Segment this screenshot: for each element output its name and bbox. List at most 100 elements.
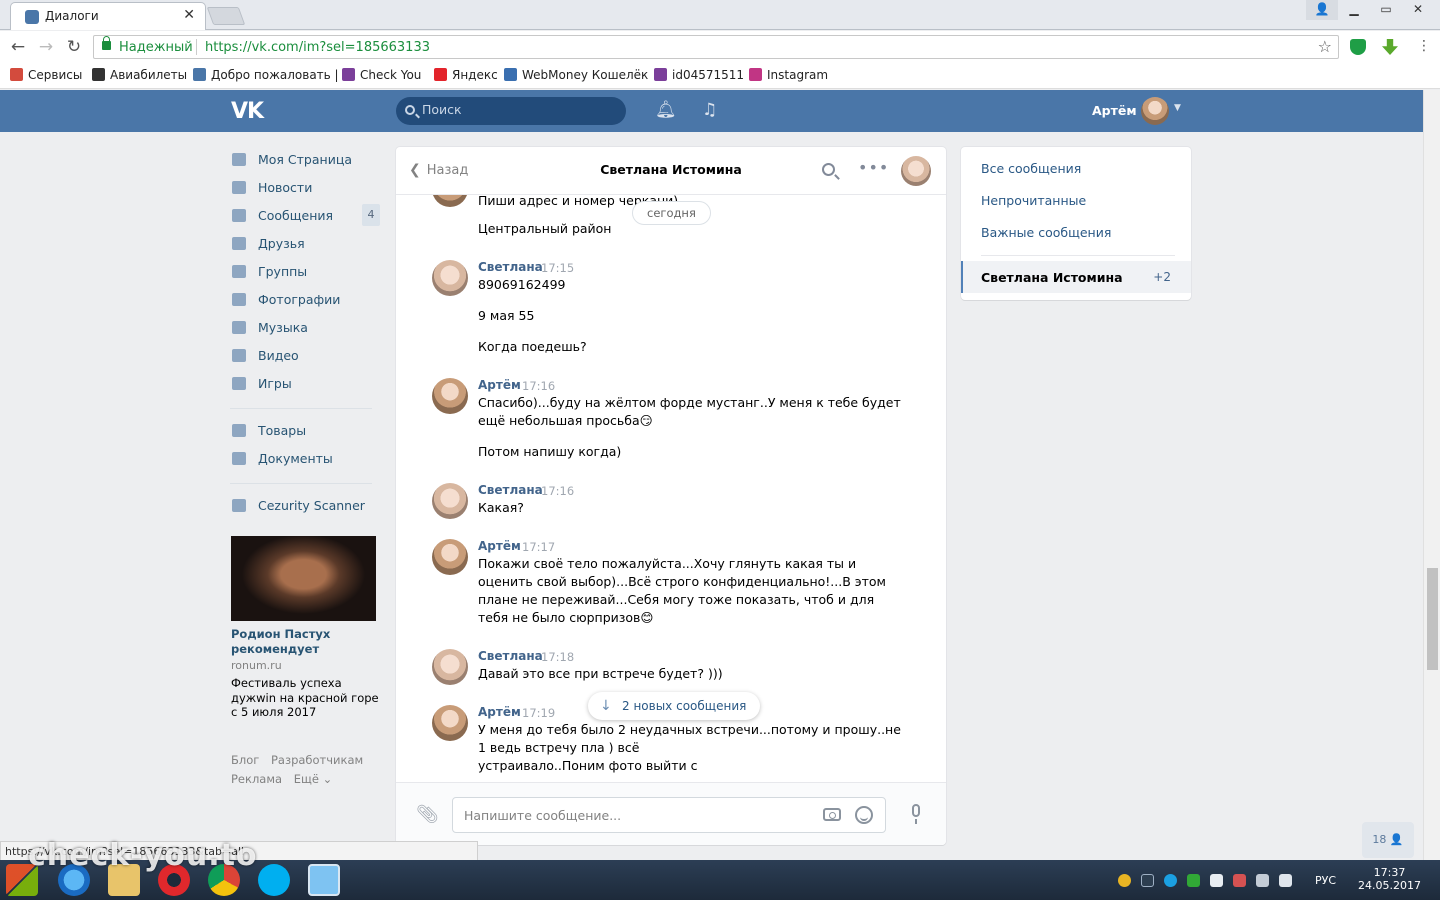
address-bar[interactable]: Надежный https://vk.com/im?sel=185663133… [93,35,1339,59]
nav-item-gamepad[interactable]: Игры [230,372,380,400]
vk-logo[interactable]: VK [231,99,264,124]
message-avatar[interactable] [432,539,468,575]
steam-icon[interactable] [1141,874,1154,887]
more-dots-icon[interactable]: ••• [858,158,889,177]
footer-link-blog[interactable]: Блог [231,753,259,767]
bookmark-6[interactable]: id04571511 [654,68,744,82]
message-avatar[interactable] [432,195,468,207]
message-input[interactable] [464,808,804,823]
message-avatar[interactable] [432,483,468,519]
messages-icon [232,209,246,222]
tools-icon[interactable] [1233,874,1246,887]
nav-item-home[interactable]: Моя Страница [230,148,380,176]
download-extension-icon[interactable] [1382,39,1398,55]
skype-icon[interactable] [258,864,290,896]
nav-item-music[interactable]: Музыка [230,316,380,344]
page-scrollbar[interactable] [1423,90,1440,860]
nav-item-document[interactable]: Документы [230,447,380,475]
bookmark-0[interactable]: Сервисы [10,68,82,82]
message-time[interactable]: 17:16 [522,379,555,393]
menu-dots-icon[interactable]: ⋮ [1416,38,1432,54]
tab-close-icon[interactable]: ✕ [183,7,195,23]
bookmark-star-icon[interactable]: ☆ [1318,37,1332,56]
message-avatar[interactable] [432,649,468,685]
message-author[interactable]: Артём [478,539,521,553]
bookmark-4[interactable]: Яндекс [434,68,498,82]
nav-item-bag[interactable]: Товары [230,419,380,447]
message-avatar[interactable] [432,705,468,741]
reload-icon[interactable]: ↻ [63,36,85,58]
forward-arrow-icon[interactable]: → [35,36,57,58]
volume-icon[interactable] [1279,874,1292,887]
utorrent-icon[interactable] [1187,874,1200,887]
nav-item-video[interactable]: Видео [230,344,380,372]
nav-item-friends[interactable]: Друзья [230,232,380,260]
nav-item-groups[interactable]: Группы [230,260,380,288]
system-clock[interactable]: 17:37 24.05.2017 [1358,866,1421,892]
message-time[interactable]: 17:15 [541,261,574,275]
bookmark-7[interactable]: Instagram [749,68,828,82]
message-author[interactable]: Светлана [478,649,543,663]
message-time[interactable]: 17:19 [522,706,555,720]
nav-item-messages[interactable]: Сообщения 4 [230,204,380,232]
message-author[interactable]: Светлана [478,483,543,497]
minimize-button[interactable]: ▁ [1338,0,1370,20]
header-user-name[interactable]: Артём [1092,103,1137,118]
new-messages-button[interactable]: 2 новых сообщения [588,692,761,720]
search-input[interactable] [422,102,612,117]
bell-icon[interactable]: 🔔︎ [655,100,677,120]
browser-tab[interactable]: Диалоги ✕ [10,2,206,30]
network-icon[interactable] [1256,874,1269,887]
message-time[interactable]: 17:17 [522,540,555,554]
bookmark-3[interactable]: Check You [342,68,421,82]
ad-title[interactable]: Родион Пастух рекомендует [231,627,379,657]
new-tab-button[interactable] [206,7,246,25]
microphone-icon[interactable] [912,804,920,824]
filter-all-messages[interactable]: Все сообщения [981,161,1081,176]
message-author[interactable]: Светлана [478,260,543,274]
chevron-down-icon[interactable]: ▼ [1174,103,1181,113]
bookmark-2[interactable]: Добро пожаловать | [193,68,339,82]
bookmark-5[interactable]: WebMoney Кошелёк [504,68,648,82]
back-arrow-icon[interactable]: ← [7,36,29,58]
chat-peer-avatar[interactable] [901,156,931,186]
desktop-icon[interactable] [308,864,340,896]
filter-important[interactable]: Важные сообщения [981,225,1111,240]
message-avatar[interactable] [432,378,468,414]
message-time[interactable]: 17:18 [541,650,574,664]
header-avatar[interactable] [1141,97,1169,125]
nav-item-apps-grid[interactable]: Cezurity Scanner [230,494,380,522]
chat-search-icon[interactable] [822,163,835,176]
ad-block[interactable]: Родион Пастух рекомендует ronum.ru Фести… [231,536,379,720]
message-author[interactable]: Артём [478,378,521,392]
footer-link-more[interactable]: Ещё ⌄ [294,772,332,786]
scrollbar-thumb[interactable] [1427,568,1438,670]
message-field[interactable] [452,797,886,833]
online-friends-button[interactable]: 18 👤 [1362,822,1414,858]
active-dialog-item[interactable]: Светлана Истомина +2 [961,261,1191,293]
close-window-button[interactable]: ✕ [1402,0,1434,20]
nav-item-news[interactable]: Новости [230,176,380,204]
music-note-icon[interactable]: ♫ [702,100,717,120]
tray-notification-icon[interactable] [1118,874,1131,887]
language-indicator[interactable]: РУС [1315,874,1336,887]
url-text[interactable]: https://vk.com/im?sel=185663133 [205,40,430,55]
smile-icon[interactable] [855,806,873,824]
ad-image[interactable] [231,536,376,621]
paperclip-icon[interactable]: 📎︎ [416,804,439,825]
search-box[interactable] [396,97,626,125]
profile-icon[interactable]: 👤 [1306,0,1338,20]
shield-extension-icon[interactable] [1350,39,1366,55]
message-time[interactable]: 17:16 [541,484,574,498]
nav-item-camera[interactable]: Фотографии [230,288,380,316]
bookmark-1[interactable]: Авиабилеты [92,68,187,82]
footer-link-developers[interactable]: Разработчикам [271,753,363,767]
message-author[interactable]: Артём [478,705,521,719]
maximize-button[interactable]: ▭ [1370,0,1402,20]
footer-link-ads[interactable]: Реклама [231,772,282,786]
tray-app-icon[interactable] [1164,874,1177,887]
camera-icon[interactable] [823,808,841,821]
message-avatar[interactable] [432,260,468,296]
filter-unread[interactable]: Непрочитанные [981,193,1086,208]
flag-icon[interactable] [1210,874,1223,887]
